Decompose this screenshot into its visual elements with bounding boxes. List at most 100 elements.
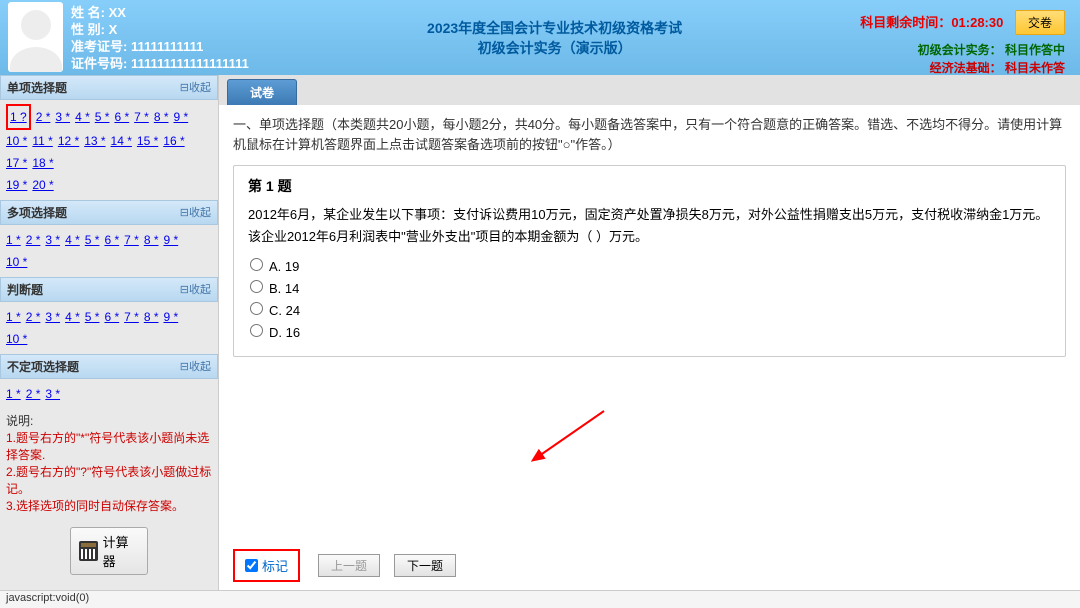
option-a-radio[interactable] [250, 258, 263, 271]
nav-single: 1 ?2 *3 *4 *5 *6 *7 *8 *9 *10 *11 *12 *1… [0, 100, 218, 200]
question-link[interactable]: 2 * [36, 106, 51, 128]
question-link[interactable]: 18 * [32, 152, 53, 174]
option-c-label: C. 24 [269, 303, 300, 318]
question-link[interactable]: 1 * [6, 306, 21, 328]
question-link[interactable]: 7 * [124, 306, 139, 328]
collapse-icon[interactable]: ⊟收起 [180, 358, 211, 375]
question-link[interactable]: 1 * [6, 229, 21, 251]
question-link[interactable]: 8 * [154, 106, 169, 128]
question-link[interactable]: 14 * [111, 130, 132, 152]
question-link[interactable]: 3 * [55, 106, 70, 128]
option-a-label: A. 19 [269, 259, 299, 274]
option-d[interactable]: D. 16 [250, 324, 1051, 340]
question-link[interactable]: 7 * [124, 229, 139, 251]
question-link[interactable]: 20 * [32, 174, 53, 196]
question-link[interactable]: 4 * [75, 106, 90, 128]
question-link[interactable]: 2 * [26, 383, 41, 405]
statusbar: javascript:void(0) [0, 590, 1080, 608]
next-button[interactable]: 下一题 [394, 554, 456, 577]
question-link[interactable]: 10 * [6, 328, 27, 350]
question-link[interactable]: 2 * [26, 306, 41, 328]
question-link[interactable]: 5 * [85, 229, 100, 251]
submit-button[interactable]: 交卷 [1015, 10, 1065, 35]
option-c-radio[interactable] [250, 302, 263, 315]
annotation-arrow [529, 406, 609, 466]
question-link[interactable]: 9 * [164, 306, 179, 328]
section-multi-header[interactable]: 多项选择题 ⊟收起 [0, 200, 218, 225]
question-link[interactable]: 12 * [58, 130, 79, 152]
question-link[interactable]: 15 * [137, 130, 158, 152]
subject1-name: 初级会计实务 [918, 43, 990, 57]
section-judge-title: 判断题 [7, 281, 43, 298]
prev-button[interactable]: 上一题 [318, 554, 380, 577]
question-title: 第 1 题 [248, 176, 1051, 196]
section-single-header[interactable]: 单项选择题 ⊟收起 [0, 75, 218, 100]
question-link[interactable]: 16 * [163, 130, 184, 152]
question-link[interactable]: 9 * [164, 229, 179, 251]
question-link[interactable]: 8 * [144, 229, 159, 251]
gender-label: 性 别: [71, 22, 105, 37]
question-text: 2012年6月，某企业发生以下事项：支付诉讼费用10万元，固定资产处置净损失8万… [248, 204, 1051, 248]
question-link[interactable]: 13 * [84, 130, 105, 152]
question-link[interactable]: 6 * [114, 106, 129, 128]
question-link[interactable]: 10 * [6, 251, 27, 273]
section-judge-header[interactable]: 判断题 ⊟收起 [0, 277, 218, 302]
exam-title: 2023年度全国会计专业技术初级资格考试 初级会计实务（演示版） [249, 0, 860, 75]
question-link[interactable]: 5 * [95, 106, 110, 128]
calculator-button[interactable]: 计算器 [70, 527, 148, 575]
subject2-name: 经济法基础 [930, 61, 990, 75]
option-d-radio[interactable] [250, 324, 263, 337]
avatar [8, 2, 63, 72]
question-link[interactable]: 3 * [45, 229, 60, 251]
question-link[interactable]: 17 * [6, 152, 27, 174]
question-link[interactable]: 7 * [134, 106, 149, 128]
question-link[interactable]: 1 ? [6, 104, 31, 130]
exam-header: 姓 名: XX 性 别: X 准考证号: 11111111111 证件号码: 1… [0, 0, 1080, 75]
question-link[interactable]: 3 * [45, 306, 60, 328]
gender-value: X [109, 22, 118, 37]
content-area: 试卷 一、单项选择题（本类题共20小题，每小题2分，共40分。每小题备选答案中，… [219, 75, 1080, 590]
collapse-icon[interactable]: ⊟收起 [180, 79, 211, 96]
instructions-line3: 3.选择选项的同时自动保存答案。 [6, 498, 212, 515]
bottom-bar: 标记 上一题 下一题 [219, 541, 1080, 590]
section-uncertain-header[interactable]: 不定项选择题 ⊟收起 [0, 354, 218, 379]
question-link[interactable]: 6 * [104, 229, 119, 251]
question-link[interactable]: 6 * [104, 306, 119, 328]
status-area: 科目剩余时间：01:28:30 交卷 初级会计实务： 科目作答中 经济法基础： … [860, 0, 1080, 75]
option-c[interactable]: C. 24 [250, 302, 1051, 318]
user-info: 姓 名: XX 性 别: X 准考证号: 11111111111 证件号码: 1… [71, 0, 249, 75]
time-value: 01:28:30 [951, 15, 1003, 30]
collapse-icon[interactable]: ⊟收起 [180, 281, 211, 298]
question-link[interactable]: 4 * [65, 229, 80, 251]
calculator-label: 计算器 [103, 532, 139, 570]
question-link[interactable]: 1 * [6, 383, 21, 405]
mark-checkbox[interactable] [245, 559, 258, 572]
option-b-radio[interactable] [250, 280, 263, 293]
section-single-title: 单项选择题 [7, 79, 67, 96]
nav-judge: 1 * 2 * 3 * 4 * 5 * 6 * 7 * 8 * 9 * 10 * [0, 302, 218, 354]
option-b[interactable]: B. 14 [250, 280, 1051, 296]
tab-bar: 试卷 [219, 75, 1080, 105]
question-area: 一、单项选择题（本类题共20小题，每小题2分，共40分。每小题备选答案中，只有一… [219, 105, 1080, 541]
question-link[interactable]: 10 * [6, 130, 27, 152]
question-box: 第 1 题 2012年6月，某企业发生以下事项：支付诉讼费用10万元，固定资产处… [233, 165, 1066, 357]
nav-uncertain: 1 * 2 * 3 * [0, 379, 218, 409]
collapse-icon[interactable]: ⊟收起 [180, 204, 211, 221]
tab-exam[interactable]: 试卷 [227, 79, 297, 105]
name-label: 姓 名: [71, 5, 105, 20]
question-link[interactable]: 11 * [32, 130, 52, 152]
option-a[interactable]: A. 19 [250, 258, 1051, 274]
question-link[interactable]: 2 * [26, 229, 41, 251]
question-link[interactable]: 4 * [65, 306, 80, 328]
admission-value: 11111111111 [131, 39, 203, 54]
mark-checkbox-wrap[interactable]: 标记 [233, 549, 300, 582]
question-link[interactable]: 19 * [6, 174, 27, 196]
question-link[interactable]: 8 * [144, 306, 159, 328]
question-link[interactable]: 9 * [174, 106, 189, 128]
question-link[interactable]: 5 * [85, 306, 100, 328]
question-sidebar: 单项选择题 ⊟收起 1 ? 2 * 3 * 4 * 5 * 6 * 7 * 8 * 9 * 10 … [0, 75, 219, 590]
question-link[interactable]: 3 * [45, 383, 60, 405]
instructions-line2: 2.题号右方的"?"符号代表该小题做过标记。 [6, 464, 212, 498]
exam-title-line1: 2023年度全国会计专业技术初级资格考试 [249, 18, 860, 38]
nav-multi: 1 * 2 * 3 * 4 * 5 * 6 * 7 * 8 * 9 * 10 * [0, 225, 218, 277]
